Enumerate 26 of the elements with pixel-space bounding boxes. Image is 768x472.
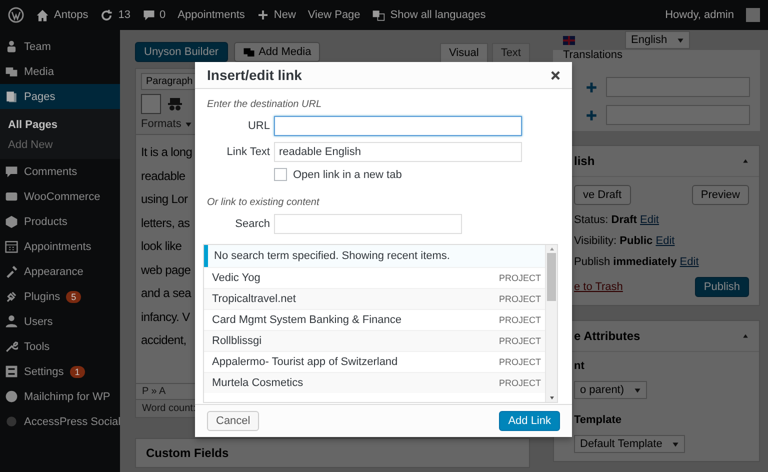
editor-text-line: letters, as <box>141 214 190 232</box>
count-badge: 1 <box>70 366 85 378</box>
template-label: Template <box>574 414 622 426</box>
editor-text-line: accident, <box>141 332 186 349</box>
editor-text-line: and a sea <box>141 285 192 302</box>
editor-text-line: using Lor <box>141 191 188 208</box>
publish-meta: Status: Draft <box>574 214 637 226</box>
box-title: lish <box>574 154 595 168</box>
editor-text-line: infancy. V <box>141 308 190 326</box>
url-label: URL <box>246 120 270 132</box>
editor-text-line: look like <box>141 238 182 255</box>
editor-text-line: It is a long <box>141 144 192 161</box>
parent-label: nt <box>574 360 584 372</box>
editor-text-line: readable <box>141 168 186 184</box>
editor-text-line: web page <box>141 262 191 278</box>
dialog-title: Insert/edit link <box>207 67 302 83</box>
translations-heading: Translations <box>563 50 624 61</box>
count-badge: 5 <box>66 290 82 302</box>
existing-content-hint: Or link to existing content <box>207 197 320 208</box>
publish-meta: Visibility: Public <box>574 235 653 247</box>
search-label: Search <box>234 218 270 230</box>
publish-meta: Publish immediately <box>574 256 677 268</box>
link-text-label: Link Text <box>226 146 270 158</box>
notice: No search term specified. Showing recent items. <box>204 245 545 267</box>
url-hint: Enter the destination URL <box>207 99 323 110</box>
box-title: e Attributes <box>574 329 640 343</box>
